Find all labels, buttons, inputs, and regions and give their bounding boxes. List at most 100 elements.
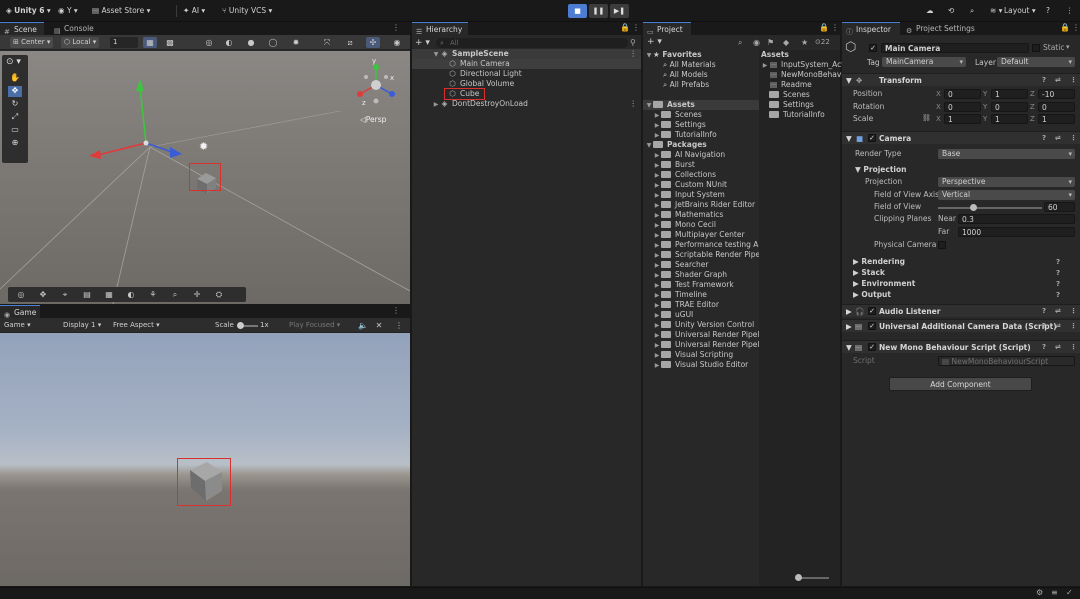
fav-all-models[interactable]: ⌕ All Models [643, 70, 759, 80]
package-item[interactable]: ▶ Input System [643, 190, 759, 200]
hierarchy-search-input[interactable]: ⌕ All [436, 38, 628, 48]
play-focused-dropdown[interactable]: Play Focused ▾ [286, 320, 343, 331]
lock-icon[interactable]: 🔒 [620, 23, 630, 32]
layout-button[interactable]: Layout ▾ [1004, 4, 1036, 18]
mono-script-checkbox[interactable]: ✓ [868, 343, 876, 351]
far-field[interactable]: 1000 [958, 227, 1075, 237]
component-menu-icon[interactable]: ⋮ [1070, 132, 1077, 145]
package-item[interactable]: ▶ Universal Render Pipelin [643, 330, 767, 340]
output-section[interactable]: ▶ Output? [842, 289, 1080, 301]
visibility-icon[interactable]: ◉ [390, 37, 404, 48]
package-item[interactable]: ▶ Universal Render Pipelin [643, 340, 767, 350]
mono-script-header[interactable]: ▼ ▤ ✓ New Mono Behaviour Script (Script)… [842, 340, 1080, 353]
content-item[interactable]: ▤ Readme [759, 80, 840, 90]
hierarchy-item-directional-light[interactable]: ⬡ Directional Light [412, 69, 641, 79]
urp-data-header[interactable]: ▶ ▤ ✓ Universal Additional Camera Data (… [842, 319, 1080, 332]
overlay-tool-10-icon[interactable]: ⛭ [212, 289, 226, 300]
fold-icon[interactable]: ▼ [846, 341, 852, 354]
transform-position-x-field[interactable]: 0 [944, 89, 981, 99]
tab-scene[interactable]: # Scene [0, 22, 44, 36]
transform-position-z-field[interactable]: -10 [1038, 89, 1075, 99]
transform-position-y-field[interactable]: 1 [991, 89, 1028, 99]
package-item[interactable]: ▶ Custom NUnit [643, 180, 759, 190]
content-item[interactable]: TutorialInfo [759, 110, 840, 120]
layer-dropdown[interactable]: Default [997, 57, 1075, 67]
package-item[interactable]: ▶ Mathematics [643, 210, 759, 220]
preset-icon[interactable]: ⇌ [1055, 132, 1061, 145]
package-item[interactable]: ▶ Test Framework [643, 280, 759, 290]
stats-icon[interactable]: ✕ [372, 320, 386, 331]
tab-project[interactable]: ▭ Project [643, 22, 691, 36]
game-viewport[interactable] [0, 333, 410, 586]
vcs-button[interactable]: ⑂ Unity VCS ▾ [222, 4, 272, 18]
urp-data-checkbox[interactable]: ✓ [868, 322, 876, 330]
status-bar-icon-2[interactable]: ≡ [1051, 588, 1058, 597]
scene-menu-icon[interactable]: ⋮ [630, 49, 638, 59]
layers-button[interactable]: ≋ ▾ [990, 4, 1002, 18]
overlay-tool-3-icon[interactable]: ⌖ [58, 289, 72, 300]
package-item[interactable]: ▶ uGUI [643, 310, 759, 320]
more-icon[interactable]: ⋮ [1066, 4, 1074, 18]
fov-slider[interactable] [938, 207, 1042, 209]
help-icon[interactable]: ? [1042, 305, 1046, 318]
move-tool-icon[interactable]: ✥ [8, 86, 22, 97]
active-checkbox[interactable]: ✓ [869, 44, 877, 52]
gameobject-name-field[interactable]: Main Camera [881, 43, 1029, 53]
help-icon[interactable]: ? [1042, 74, 1046, 87]
scene-viewport[interactable]: ✹ x y z ◁Persp ⊙ ▾ ✋ ✥ ↻ ⤢ ▭ ⊕ ◎ ✥ ⌖ ▤ ▦… [0, 51, 410, 304]
content-item[interactable]: Scenes [759, 90, 840, 100]
fold-icon[interactable]: ▶ [846, 305, 852, 318]
transform-scale-z-field[interactable]: 1 [1038, 114, 1075, 124]
tab-console[interactable]: ▤ Console [50, 22, 100, 35]
component-menu-icon[interactable]: ⋮ [1070, 74, 1077, 87]
collapse-icon[interactable]: ▶ [432, 100, 440, 110]
tab-game[interactable]: ◉ Game [0, 305, 40, 319]
hierarchy-menu-icon[interactable]: ⋮ [632, 23, 640, 32]
grid-snap-icon[interactable]: ▦ [143, 37, 157, 48]
content-item[interactable]: ▤ NewMonoBehavi [759, 70, 843, 80]
fov-axis-dropdown[interactable]: Vertical [938, 190, 1075, 200]
component-menu-icon[interactable]: ⋮ [1070, 320, 1077, 333]
filter-icon[interactable]: ⚲ [630, 38, 636, 47]
search-icon[interactable]: ⌕ [970, 4, 974, 18]
hierarchy-scene-row[interactable]: ▼ ◈ SampleScene ⋮ [412, 49, 641, 59]
shaded-icon[interactable]: ● [244, 37, 258, 48]
persp-label[interactable]: ◁Persp [360, 115, 386, 124]
assets-scenes[interactable]: ▶ Scenes [643, 110, 759, 120]
projection-section[interactable]: ▼ Projection [842, 164, 1080, 176]
pivot-center-dropdown[interactable]: ⊞ Center ▾ [10, 37, 54, 48]
tab-inspector[interactable]: ⓘ Inspector [842, 22, 900, 36]
overlay-tool-6-icon[interactable]: ◐ [124, 289, 138, 300]
package-item[interactable]: ▶ Timeline [643, 290, 759, 300]
fold-icon[interactable]: ▼ [846, 132, 852, 145]
component-menu-icon[interactable]: ⋮ [1070, 305, 1077, 318]
tab-project-settings[interactable]: ⚙ Project Settings [902, 22, 984, 35]
camera-enabled-checkbox[interactable]: ✓ [868, 134, 876, 142]
wireframe-icon[interactable]: ◯ [266, 37, 280, 48]
unity-menu[interactable]: ◈ Unity 6 ▾ [6, 4, 51, 18]
help-icon[interactable]: ? [1042, 132, 1046, 145]
game-panel-menu-icon[interactable]: ⋮ [392, 306, 400, 315]
shading-mode-icon[interactable]: ◐ [222, 37, 236, 48]
package-item[interactable]: ▶ JetBrains Rider Editor [643, 200, 759, 210]
game-mode-dropdown[interactable]: Game ▾ [1, 320, 34, 331]
package-item[interactable]: ▶ Searcher [643, 260, 759, 270]
transform-tool-icon[interactable]: ⊕ [8, 138, 22, 149]
overlay-tool-5-icon[interactable]: ▦ [102, 289, 116, 300]
package-item[interactable]: ▶ Shader Graph [643, 270, 759, 280]
render-type-dropdown[interactable]: Base [938, 149, 1075, 159]
project-add-icon[interactable]: + ▾ [647, 37, 662, 47]
ai-button[interactable]: ✦ AI ▾ [183, 4, 205, 18]
eye-icon[interactable]: ◉ [753, 38, 760, 47]
static-checkbox[interactable] [1032, 44, 1040, 52]
gizmo-toggle-icon[interactable]: ◎ [202, 37, 216, 48]
overlay-tool-9-icon[interactable]: ✛ [190, 289, 204, 300]
assets-settings[interactable]: ▶ Settings [643, 120, 759, 130]
overlay-tool-4-icon[interactable]: ▤ [80, 289, 94, 300]
package-item[interactable]: ▶ Visual Studio Editor [643, 360, 759, 370]
rect-tool-icon[interactable]: ▭ [8, 125, 22, 136]
preset-icon[interactable]: ⇌ [1055, 74, 1061, 87]
camera-header[interactable]: ▼ ■ ✓ Camera ? ⇌ ⋮ [842, 131, 1080, 144]
project-lock-icon[interactable]: 🔒 [819, 23, 829, 32]
add-icon[interactable]: + ▾ [415, 38, 430, 48]
